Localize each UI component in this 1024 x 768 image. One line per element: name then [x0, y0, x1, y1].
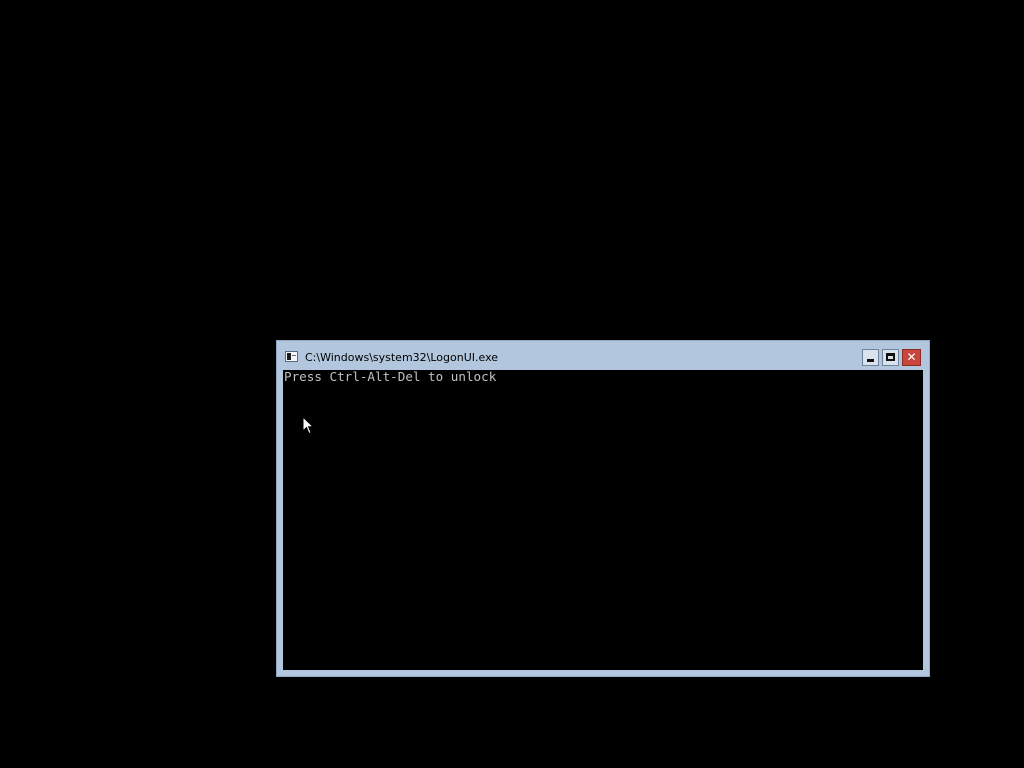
close-button[interactable]: ✕ [902, 349, 921, 366]
title-bar[interactable]: C:\Windows\system32\LogonUI.exe ✕ [277, 341, 929, 370]
mouse-pointer-icon [302, 416, 314, 435]
minimize-icon [867, 359, 874, 362]
desktop: C:\Windows\system32\LogonUI.exe ✕ Press … [0, 0, 1024, 768]
close-icon: ✕ [906, 350, 917, 364]
maximize-button[interactable] [882, 349, 899, 366]
maximize-icon [886, 353, 895, 361]
console-window[interactable]: C:\Windows\system32\LogonUI.exe ✕ Press … [276, 340, 930, 677]
console-app-icon[interactable] [285, 351, 298, 362]
console-line: Press Ctrl-Alt-Del to unlock [284, 370, 497, 384]
minimize-button[interactable] [862, 349, 879, 366]
window-title: C:\Windows\system32\LogonUI.exe [305, 351, 499, 364]
console-output-area[interactable]: Press Ctrl-Alt-Del to unlock [283, 370, 923, 670]
